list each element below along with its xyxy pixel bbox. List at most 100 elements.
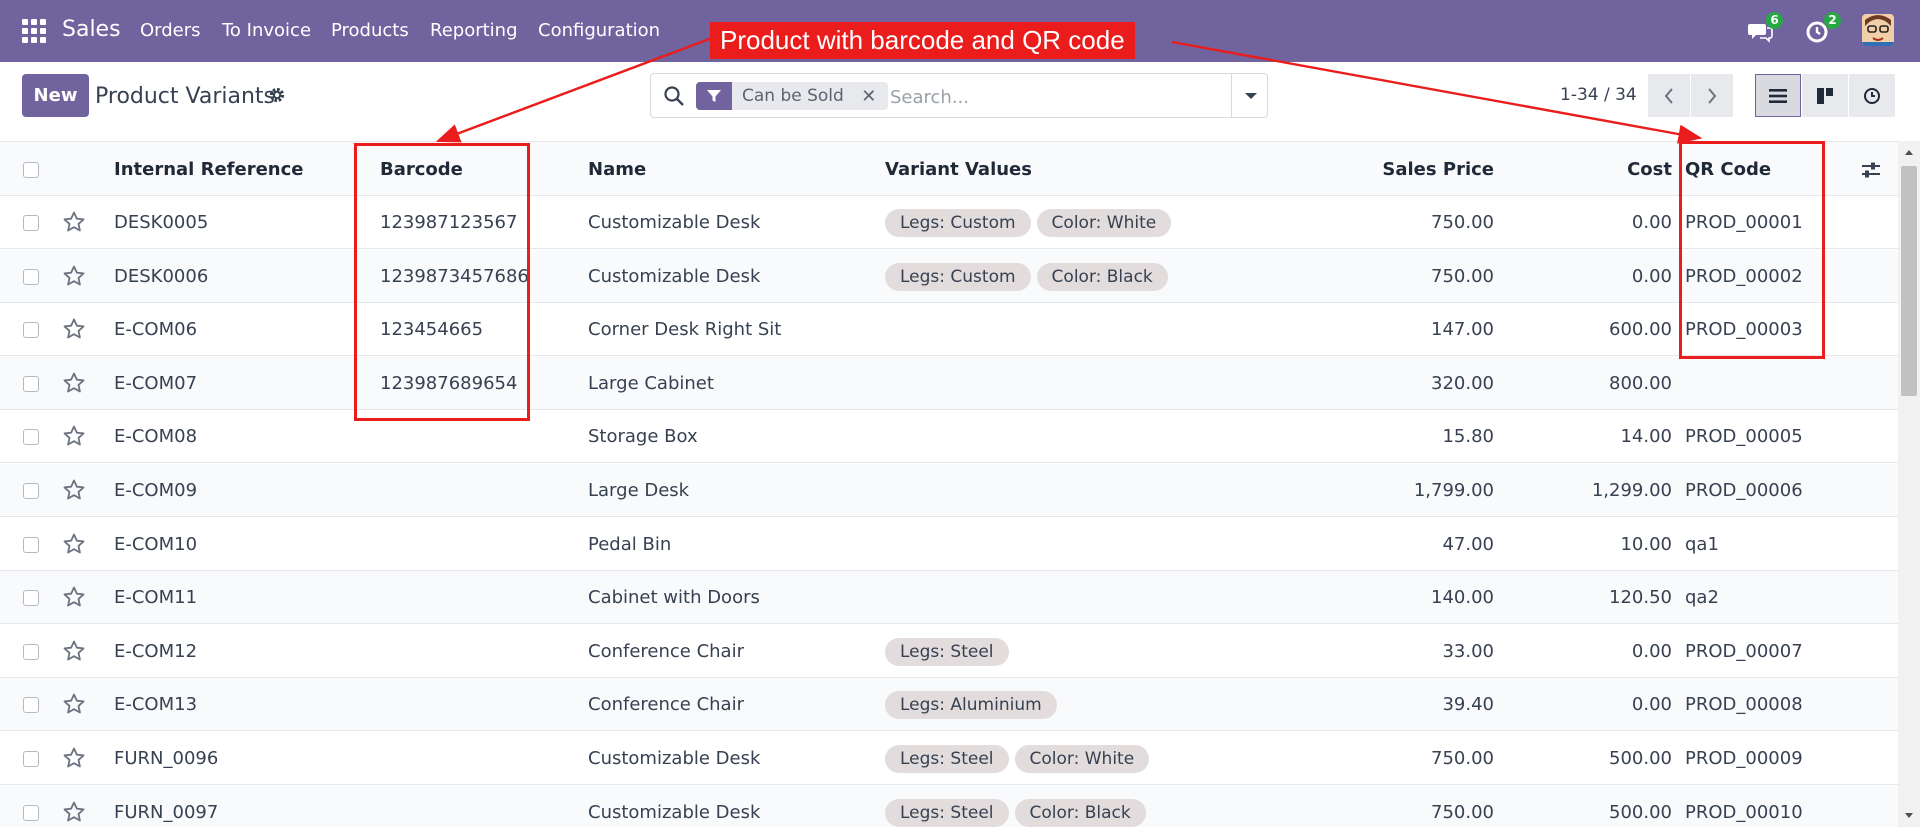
table-row[interactable]: DESK0005 123987123567 Customizable Desk Leg… (0, 196, 1898, 249)
variant-values: Legs: Custom Color: Black (885, 262, 1168, 291)
remove-facet-icon[interactable]: ✕ (856, 86, 888, 107)
cell-sales-price: 15.80 (1442, 426, 1494, 448)
menu-orders[interactable]: Orders (140, 20, 201, 41)
menu-configuration[interactable]: Configuration (538, 20, 660, 41)
cell-sales-price: 33.00 (1442, 640, 1494, 662)
search-bar: Can be Sold ✕ (650, 73, 1268, 118)
scrollbar-thumb[interactable] (1901, 166, 1917, 396)
search-input[interactable] (888, 82, 1212, 112)
cell-sales-price: 1,799.00 (1413, 480, 1494, 501)
search-options-toggle[interactable] (1231, 74, 1269, 117)
table-row[interactable]: E-COM09 Large Desk 1,799.00 1,299.00 PROD_00… (0, 464, 1898, 517)
cell-cost: 600.00 (1609, 319, 1672, 341)
cell-qr-code: qa1 (1685, 533, 1719, 555)
cell-qr-code: PROD_00008 (1685, 694, 1803, 716)
row-checkbox[interactable] (23, 268, 39, 285)
star-icon[interactable] (62, 532, 86, 556)
variant-values: Legs: Steel (885, 637, 1009, 666)
star-icon[interactable] (62, 317, 86, 341)
column-header-cost[interactable]: Cost (1500, 142, 1672, 197)
row-checkbox[interactable] (23, 483, 39, 499)
table-row[interactable]: E-COM11 Cabinet with Doors 140.00 120.50 qa2 (0, 571, 1898, 625)
column-header-variant-values[interactable]: Variant Values (885, 142, 1032, 197)
star-icon[interactable] (62, 424, 86, 448)
table-row[interactable]: E-COM13 Conference Chair Legs: Aluminium 39… (0, 678, 1898, 732)
kanban-view-button[interactable] (1802, 74, 1848, 117)
row-checkbox[interactable] (23, 429, 39, 446)
cell-cost: 1,299.00 (1591, 480, 1672, 501)
table-row[interactable]: E-COM10 Pedal Bin 47.00 10.00 qa1 (0, 518, 1898, 571)
menu-to-invoice[interactable]: To Invoice (222, 20, 311, 41)
table-row[interactable]: E-COM06 123454665 Corner Desk Right Sit 147… (0, 303, 1898, 357)
caret-down-icon (1244, 92, 1257, 99)
list-view-button[interactable] (1755, 74, 1801, 117)
cell-internal-reference: FURN_0096 (114, 748, 219, 769)
star-icon[interactable] (62, 264, 86, 288)
row-checkbox[interactable] (23, 804, 39, 821)
star-icon[interactable] (62, 746, 86, 770)
cell-name: Customizable Desk (588, 748, 761, 769)
star-icon[interactable] (62, 692, 86, 716)
app-grid-icon[interactable] (22, 19, 46, 43)
column-header-sales-price[interactable]: Sales Price (1300, 142, 1494, 197)
new-button[interactable]: New (22, 74, 89, 117)
activities-badge: 2 (1824, 12, 1841, 29)
column-header-internal-reference[interactable]: Internal Reference (114, 142, 303, 197)
variant-tag: Legs: Custom (885, 262, 1031, 291)
cell-internal-reference: E-COM08 (114, 426, 198, 448)
pager-previous-button[interactable] (1648, 74, 1690, 117)
table-row[interactable]: E-COM07 123987689654 Large Cabinet 320.00 80… (0, 356, 1898, 410)
table-row[interactable]: FURN_0096 Customizable Desk Legs: Steel Col… (0, 732, 1898, 785)
star-icon[interactable] (62, 800, 86, 824)
variant-tag: Color: Black (1036, 262, 1168, 291)
optional-columns-icon[interactable] (1860, 159, 1882, 181)
cell-qr-code: PROD_00010 (1685, 801, 1803, 823)
cell-sales-price: 320.00 (1431, 372, 1494, 394)
cell-qr-code: qa2 (1685, 587, 1719, 609)
star-icon[interactable] (62, 639, 86, 663)
clock-icon (1864, 87, 1880, 104)
row-checkbox[interactable] (23, 215, 39, 231)
cell-sales-price: 140.00 (1431, 587, 1494, 609)
row-checkbox[interactable] (23, 751, 39, 767)
star-icon[interactable] (62, 585, 86, 609)
chevron-left-icon (1664, 87, 1673, 104)
star-icon[interactable] (62, 210, 86, 234)
select-all-checkbox[interactable] (23, 162, 39, 178)
row-checkbox[interactable] (23, 536, 39, 553)
activities-button[interactable]: 2 (1803, 12, 1841, 46)
row-checkbox[interactable] (23, 375, 39, 392)
menu-products[interactable]: Products (331, 20, 409, 41)
cell-sales-price: 750.00 (1431, 801, 1494, 823)
scroll-down-arrow-icon[interactable] (1898, 809, 1920, 823)
star-icon[interactable] (62, 371, 86, 395)
app-name[interactable]: Sales (62, 17, 121, 42)
table-row[interactable]: FURN_0097 Customizable Desk Legs: Steel Col… (0, 785, 1898, 827)
pager-value[interactable]: 1-34 / 34 (1560, 85, 1637, 105)
chevron-right-icon (1708, 87, 1717, 104)
table-row[interactable]: E-COM12 Conference Chair Legs: Steel 33.00 0… (0, 625, 1898, 678)
table-row[interactable]: DESK0006 1239873457686 Customizable Desk Le… (0, 249, 1898, 303)
user-avatar[interactable] (1862, 14, 1894, 46)
cell-internal-reference: E-COM10 (114, 533, 198, 555)
search-icon[interactable] (663, 85, 685, 107)
gear-icon[interactable] (268, 86, 286, 104)
table-row[interactable]: E-COM08 Storage Box 15.80 14.00 PROD_00005 (0, 410, 1898, 464)
column-header-name[interactable]: Name (588, 142, 646, 197)
row-checkbox[interactable] (23, 590, 39, 607)
messages-button[interactable]: 6 (1745, 12, 1783, 46)
variant-tag: Legs: Aluminium (885, 691, 1057, 720)
row-checkbox[interactable] (23, 643, 39, 660)
row-checkbox[interactable] (23, 322, 39, 339)
vertical-scrollbar[interactable] (1898, 141, 1920, 827)
cell-qr-code: PROD_00009 (1685, 748, 1803, 769)
row-checkbox[interactable] (23, 697, 39, 714)
cell-sales-price: 47.00 (1442, 533, 1494, 555)
activity-view-button[interactable] (1849, 74, 1895, 117)
cell-sales-price: 39.40 (1442, 694, 1494, 716)
scroll-up-arrow-icon[interactable] (1898, 145, 1920, 159)
pager-next-button[interactable] (1691, 74, 1733, 117)
variant-values: Legs: Aluminium (885, 691, 1057, 720)
menu-reporting[interactable]: Reporting (430, 20, 518, 41)
star-icon[interactable] (62, 478, 86, 502)
